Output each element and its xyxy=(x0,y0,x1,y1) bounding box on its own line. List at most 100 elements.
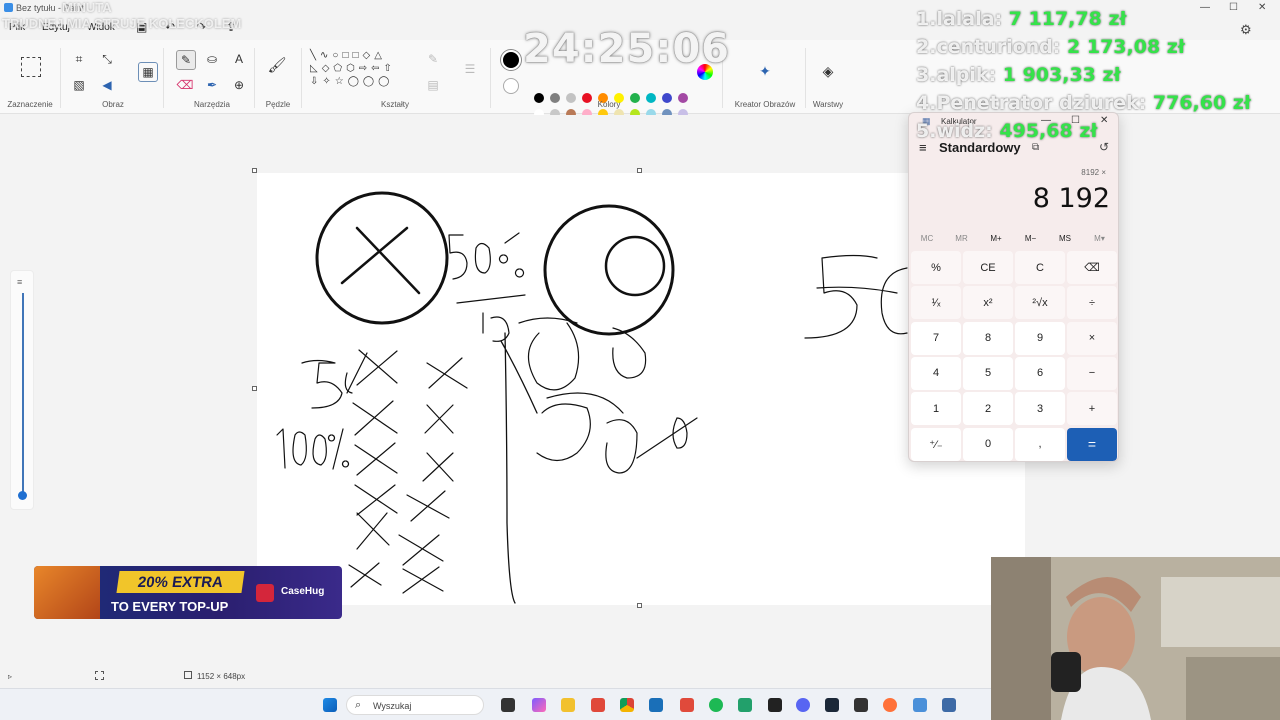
fill-bucket-icon[interactable]: ⛀ xyxy=(203,50,221,68)
layers-icon[interactable]: ◈ xyxy=(819,62,837,80)
color-swatch[interactable] xyxy=(630,93,640,103)
spotify-icon[interactable] xyxy=(709,698,723,712)
memory-button[interactable]: MR xyxy=(955,234,967,243)
group-label-shapes: Kształty xyxy=(380,100,410,109)
leaderboard-name: 2.centuriond: xyxy=(916,36,1061,58)
resize-handle[interactable] xyxy=(637,168,642,173)
image-creator-icon[interactable]: ✦ xyxy=(756,62,774,80)
drawn-stroke xyxy=(804,254,908,339)
selection-size-icon xyxy=(95,671,104,680)
color-swatch[interactable] xyxy=(662,93,672,103)
fill-style-icon[interactable]: ▤ xyxy=(424,76,442,94)
calc-key[interactable]: − xyxy=(1067,356,1117,390)
app-icon[interactable] xyxy=(854,698,868,712)
crop-icon[interactable]: ⌗ xyxy=(70,50,88,68)
resize-handle[interactable] xyxy=(252,168,257,173)
text-tool-icon[interactable]: A xyxy=(230,50,248,68)
color-swatch[interactable] xyxy=(582,93,592,103)
app-icon[interactable] xyxy=(738,698,752,712)
leaderboard-amount: 776,60 zł xyxy=(1152,92,1251,114)
firefox-icon[interactable] xyxy=(883,698,897,712)
brush-icon[interactable]: 🖌 xyxy=(267,56,286,74)
calc-key[interactable]: 1 xyxy=(911,392,961,426)
calc-key[interactable]: 0 xyxy=(963,427,1013,461)
image-select-icon[interactable]: ▦ xyxy=(138,62,158,82)
calc-key[interactable]: 5 xyxy=(963,356,1013,390)
calculator-taskbar-icon[interactable] xyxy=(942,698,956,712)
stroke-size-icon[interactable]: ☰ xyxy=(461,60,479,78)
calc-key[interactable]: = xyxy=(1067,427,1117,461)
resize-handle[interactable] xyxy=(252,386,257,391)
copilot-icon[interactable] xyxy=(532,698,546,712)
calc-key[interactable]: C xyxy=(1015,251,1065,284)
close-icon[interactable]: ✕ xyxy=(1258,2,1266,13)
calc-key[interactable]: ⌫ xyxy=(1067,251,1117,284)
resize-icon[interactable]: ⤡ xyxy=(98,50,116,68)
file-explorer-icon[interactable] xyxy=(561,698,575,712)
memory-button[interactable]: M+ xyxy=(990,234,1001,243)
search-placeholder: Wyszukaj xyxy=(373,701,412,711)
donation-leaderboard: 1.lalala: 7 117,78 zł 2.centuriond: 2 17… xyxy=(916,8,1251,148)
outline-icon[interactable]: ✎ xyxy=(424,50,442,68)
calc-key[interactable]: ²√x xyxy=(1015,286,1065,320)
calc-key[interactable]: 6 xyxy=(1015,356,1065,390)
primary-color[interactable] xyxy=(501,50,521,70)
calc-key[interactable]: 4 xyxy=(911,356,961,390)
memory-button[interactable]: M− xyxy=(1025,234,1036,243)
calc-key[interactable]: ⁺⁄₋ xyxy=(911,427,961,461)
leaderboard-amount: 1 903,33 zł xyxy=(1002,64,1121,86)
rotate-icon[interactable]: ▧ xyxy=(70,76,88,94)
flip-icon[interactable]: ◀ xyxy=(98,76,116,94)
calc-key[interactable]: 8 xyxy=(963,321,1013,355)
calc-key[interactable]: ¹⁄ₓ xyxy=(911,286,961,320)
divider xyxy=(163,48,164,108)
memory-button[interactable]: MS xyxy=(1059,234,1071,243)
color-swatch[interactable] xyxy=(550,93,560,103)
shapes-gallery[interactable]: ╲∿○□□◇△ ◺◇⬠⬡⇨⇦⇧ ⇩✧☆◯◯◯ xyxy=(310,49,412,93)
color-picker-icon[interactable]: ✒ xyxy=(203,76,221,94)
store-icon[interactable] xyxy=(649,698,663,712)
obs-icon[interactable] xyxy=(768,698,782,712)
steam-icon[interactable] xyxy=(825,698,839,712)
calc-key[interactable]: x² xyxy=(963,286,1013,320)
zoom-slider[interactable]: ≡ xyxy=(10,270,34,510)
brave-browser-icon[interactable] xyxy=(591,698,605,712)
drawn-x-marks xyxy=(348,349,468,594)
select-rectangle-icon[interactable] xyxy=(21,57,41,77)
task-view-icon[interactable] xyxy=(501,698,515,712)
chrome-icon[interactable] xyxy=(620,698,634,712)
treasure-chest-icon xyxy=(34,566,100,619)
canvas-size-icon xyxy=(184,671,192,679)
calc-key[interactable]: , xyxy=(1015,427,1065,461)
secondary-color[interactable] xyxy=(503,78,519,94)
calc-key[interactable]: × xyxy=(1067,321,1117,355)
pencil-icon[interactable]: ✎ xyxy=(176,50,196,70)
zoom-knob[interactable] xyxy=(18,491,27,500)
color-swatch[interactable] xyxy=(646,93,656,103)
memory-button[interactable]: M▾ xyxy=(1094,234,1105,243)
color-swatch[interactable] xyxy=(678,93,688,103)
calc-key[interactable]: + xyxy=(1067,392,1117,426)
calc-key[interactable]: % xyxy=(911,251,961,284)
promo-banner[interactable]: 20% EXTRA TO EVERY TOP-UP CaseHug xyxy=(34,566,342,619)
discord-icon[interactable] xyxy=(796,698,810,712)
webcam-image xyxy=(991,557,1280,720)
calc-key[interactable]: 3 xyxy=(1015,392,1065,426)
resize-handle[interactable] xyxy=(637,603,642,608)
eraser-icon[interactable]: ⌫ xyxy=(176,76,194,94)
calc-key[interactable]: ÷ xyxy=(1067,286,1117,320)
magnifier-icon[interactable]: ⊕ xyxy=(230,76,248,94)
calc-key[interactable]: 9 xyxy=(1015,321,1065,355)
calc-key[interactable]: 2 xyxy=(963,392,1013,426)
calc-key[interactable]: CE xyxy=(963,251,1013,284)
calc-key[interactable]: 7 xyxy=(911,321,961,355)
color-swatch[interactable] xyxy=(566,93,576,103)
group-label-image-creator: Kreator Obrazów xyxy=(734,100,796,109)
promo-brand: CaseHug xyxy=(281,586,325,597)
color-swatch[interactable] xyxy=(534,93,544,103)
paint-taskbar-icon[interactable] xyxy=(913,698,927,712)
windows-start-icon[interactable] xyxy=(323,698,337,712)
app-icon[interactable] xyxy=(680,698,694,712)
memory-button[interactable]: MC xyxy=(921,234,933,243)
taskbar-search[interactable]: ⌕ Wyszukaj xyxy=(346,695,484,715)
